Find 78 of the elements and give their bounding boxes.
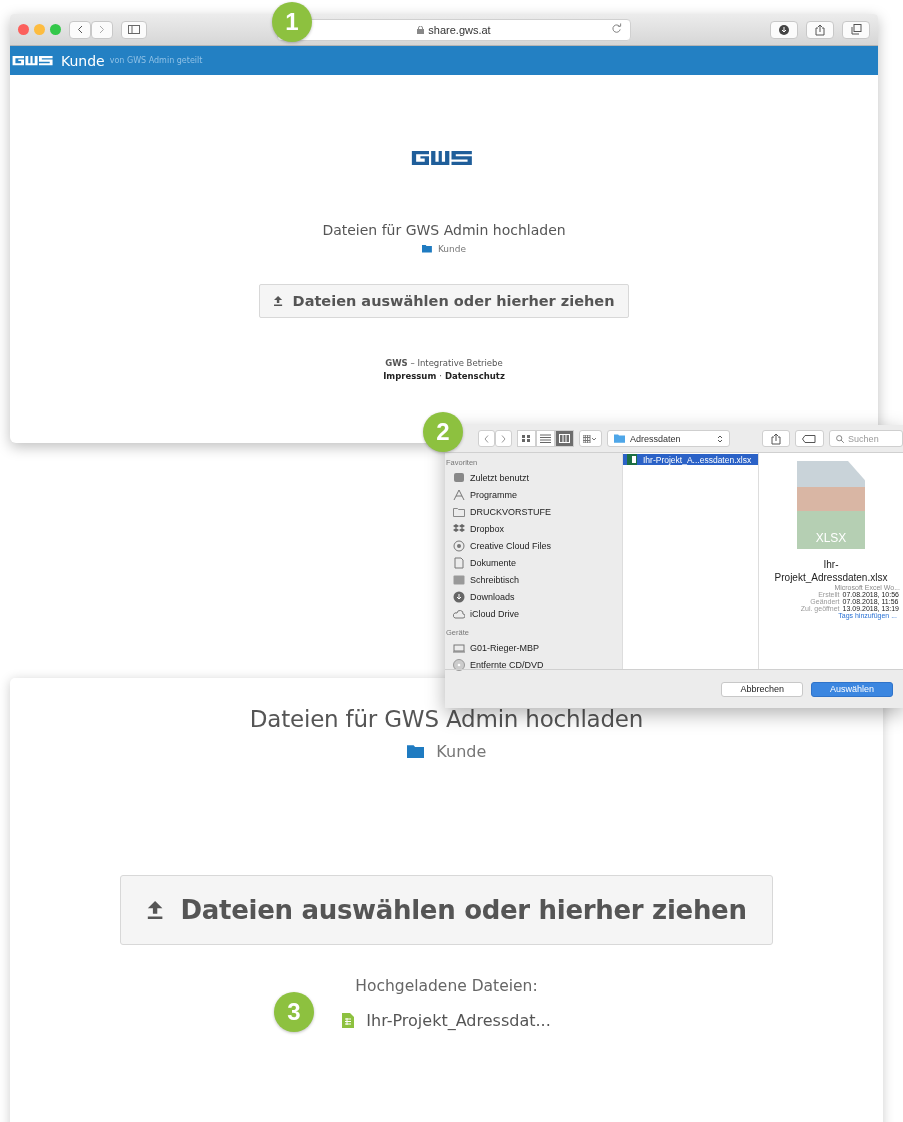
location-popup[interactable]: Adressdaten bbox=[607, 430, 731, 447]
cancel-button[interactable]: Abbrechen bbox=[721, 681, 803, 697]
choose-button[interactable]: Auswählen bbox=[810, 681, 893, 697]
sidebar-item[interactable]: Zuletzt benutzt bbox=[445, 469, 622, 486]
folder-icon bbox=[422, 245, 432, 253]
upload-button[interactable]: Dateien auswählen oder hierher ziehen bbox=[259, 284, 629, 318]
step-number-badge: 1 bbox=[272, 2, 312, 42]
zoom-button[interactable] bbox=[50, 24, 61, 35]
separator: · bbox=[439, 371, 442, 381]
desktop-icon bbox=[453, 573, 465, 586]
sidebar-button[interactable] bbox=[121, 20, 147, 39]
sidebar-item[interactable]: Entfernte CD/DVD bbox=[445, 656, 622, 673]
upload-icon bbox=[146, 900, 165, 920]
share-icon bbox=[815, 23, 825, 36]
back-button[interactable] bbox=[477, 430, 495, 447]
arrange-button[interactable] bbox=[578, 430, 603, 447]
cloud-icon bbox=[453, 607, 465, 620]
footer-link[interactable]: Datenschutz bbox=[444, 371, 505, 381]
tabs-button[interactable] bbox=[842, 20, 870, 39]
updown-chevron-icon bbox=[717, 434, 724, 444]
site-header: Kunde von GWS Admin geteilt bbox=[10, 46, 878, 75]
folder-icon bbox=[614, 434, 626, 443]
footer-text: GWS – Integrative Betriebe bbox=[385, 358, 503, 368]
laptop-icon bbox=[453, 641, 465, 654]
sidebar-item[interactable]: Schreibtisch bbox=[445, 571, 622, 588]
grid-dropdown-icon bbox=[583, 434, 598, 443]
forward-button[interactable] bbox=[91, 20, 113, 39]
download-button[interactable] bbox=[770, 20, 798, 39]
site-logo[interactable] bbox=[12, 55, 56, 66]
page-heading: Dateien für GWS Admin hochladen bbox=[322, 222, 566, 238]
share-icon bbox=[770, 432, 781, 445]
share-button[interactable] bbox=[806, 20, 834, 39]
tag-button[interactable] bbox=[794, 430, 825, 447]
chevron-right-icon bbox=[500, 434, 506, 443]
footer-link[interactable]: Impressum bbox=[383, 371, 437, 381]
sidebar-item[interactable]: Dropbox bbox=[445, 520, 622, 537]
uploaded-files-title: Hochgeladene Dateien: bbox=[355, 977, 538, 995]
folder-icon bbox=[453, 505, 465, 518]
sidebar-item[interactable]: Dokumente bbox=[445, 554, 622, 571]
reload-icon[interactable] bbox=[611, 22, 622, 34]
folder-label: Kunde bbox=[437, 244, 466, 254]
close-button[interactable] bbox=[18, 24, 29, 35]
columns-icon bbox=[558, 434, 570, 443]
grid-icon bbox=[520, 434, 532, 443]
file-name: Ihr- Projekt_Adressdaten.xlsx bbox=[774, 559, 888, 584]
document-icon bbox=[453, 556, 465, 569]
download-icon bbox=[453, 590, 465, 603]
sidebar-item[interactable]: iCloud Drive bbox=[445, 605, 622, 622]
chevron-right-icon bbox=[99, 25, 105, 34]
file-item[interactable]: Ihr-Projekt_A...essdaten.xlsx bbox=[623, 454, 758, 465]
folder-icon bbox=[406, 744, 425, 759]
sidebar-item[interactable]: Creative Cloud Files bbox=[445, 537, 622, 554]
lock-icon bbox=[417, 25, 425, 34]
uploaded-file-name[interactable]: Ihr-Projekt_Adressdat... bbox=[366, 1011, 551, 1030]
search-icon bbox=[836, 434, 845, 443]
dropbox-icon bbox=[453, 522, 465, 535]
tabs-icon bbox=[850, 24, 862, 35]
page-heading: Dateien für GWS Admin hochladen bbox=[249, 706, 644, 732]
icon-view-button[interactable] bbox=[516, 430, 536, 447]
download-icon bbox=[779, 24, 789, 35]
sidebar-item[interactable]: Downloads bbox=[445, 588, 622, 605]
cloud-files-icon bbox=[453, 539, 465, 552]
chevron-left-icon bbox=[483, 434, 489, 443]
folder-label: Kunde bbox=[436, 742, 487, 761]
back-button[interactable] bbox=[69, 20, 91, 39]
upload-icon bbox=[273, 295, 284, 307]
chevron-left-icon bbox=[77, 25, 83, 34]
sidebar-item[interactable]: Programme bbox=[445, 486, 622, 503]
sidebar-item[interactable]: G01-Rieger-MBP bbox=[445, 639, 622, 656]
list-icon bbox=[539, 434, 551, 443]
spreadsheet-icon bbox=[342, 1013, 355, 1028]
tag-icon bbox=[802, 434, 817, 443]
upload-button[interactable]: Dateien auswählen oder hierher ziehen bbox=[120, 875, 773, 945]
sidebar-icon bbox=[128, 25, 140, 34]
forward-button[interactable] bbox=[494, 430, 512, 447]
apps-icon bbox=[453, 488, 465, 501]
spreadsheet-thumbnail: XLSX bbox=[797, 461, 865, 549]
sidebar-item[interactable]: DRUCKVORSTUFE bbox=[445, 503, 622, 520]
